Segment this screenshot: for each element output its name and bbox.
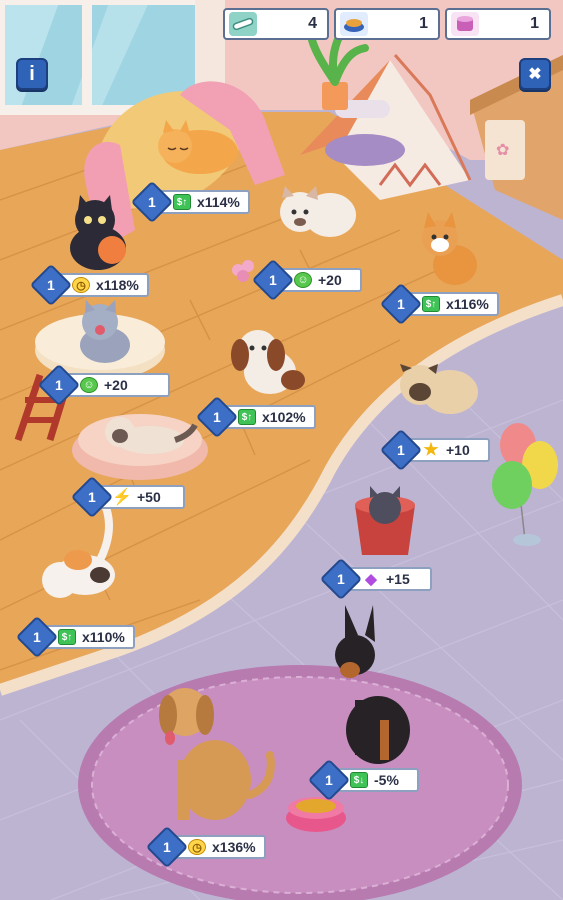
food-bowl-resource-counter[interactable]: 1 bbox=[334, 8, 440, 40]
treat-count: 4 bbox=[308, 15, 317, 32]
treat-stick-icon bbox=[229, 12, 257, 36]
bonus-value: +10 bbox=[446, 442, 470, 458]
pet-tag-golden-retriever[interactable]: 1 ◷ x136% bbox=[145, 825, 266, 869]
gem-icon: ◆ bbox=[365, 571, 377, 588]
smile-icon: ☺ bbox=[80, 377, 98, 393]
bonus-value: +15 bbox=[386, 571, 410, 587]
pet-tag-gray-cat[interactable]: 1 ◆ +15 bbox=[319, 557, 432, 601]
bonus-value: +50 bbox=[137, 489, 161, 505]
cash-up-icon: $↑ bbox=[422, 296, 440, 312]
bonus-value: -5% bbox=[374, 772, 399, 788]
pet-tag-doberman[interactable]: 1 $↓ -5% bbox=[307, 758, 419, 802]
lightning-icon: ⚡ bbox=[112, 489, 132, 506]
pet-tag-gray-tabby-cat[interactable]: 1 ☺ +20 bbox=[37, 363, 170, 407]
info-icon: i bbox=[29, 62, 35, 85]
cash-up-icon: $↑ bbox=[58, 629, 76, 645]
clock-icon: ◷ bbox=[72, 277, 90, 293]
food-bowl-count: 1 bbox=[419, 15, 428, 32]
dog-food-bowl bbox=[286, 797, 346, 832]
cat-food-can-resource-counter[interactable]: 1 bbox=[445, 8, 551, 40]
clock-icon: ◷ bbox=[188, 839, 206, 855]
pet-tag-spaniel-puppy[interactable]: 1 $↑ x102% bbox=[195, 395, 316, 439]
cash-up-icon: $↑ bbox=[173, 194, 191, 210]
food-bowl-icon bbox=[340, 12, 368, 36]
close-button[interactable]: ✖ bbox=[519, 58, 551, 90]
bonus-value: x118% bbox=[96, 277, 139, 293]
bonus-value: x136% bbox=[212, 839, 256, 855]
pet-tag-corgi[interactable]: 1 $↑ x116% bbox=[379, 282, 499, 326]
bonus-value: x102% bbox=[262, 409, 306, 425]
pet-tag-calico-cat[interactable]: 1 $↑ x110% bbox=[15, 615, 135, 659]
smile-icon: ☺ bbox=[294, 272, 312, 288]
cat-food-can-icon bbox=[451, 12, 479, 36]
bonus-value: +20 bbox=[104, 377, 128, 393]
close-icon: ✖ bbox=[528, 66, 542, 83]
pet-tag-orange-cat[interactable]: 1 $↑ x114% bbox=[130, 180, 250, 224]
pet-tag-siamese-cat[interactable]: 1 ⚡ +50 bbox=[70, 475, 185, 519]
treat-resource-counter[interactable]: 4 bbox=[223, 8, 329, 40]
bonus-value: x114% bbox=[197, 194, 240, 210]
pet-tag-black-cat[interactable]: 1 ◷ x118% bbox=[29, 263, 149, 307]
cash-up-icon: $↑ bbox=[238, 409, 256, 425]
pet-tag-pug[interactable]: 1 ★ +10 bbox=[379, 428, 490, 472]
svg-text:✿: ✿ bbox=[496, 142, 509, 159]
bonus-value: x110% bbox=[82, 629, 125, 645]
bonus-value: x116% bbox=[446, 296, 489, 312]
round-rug bbox=[78, 665, 522, 900]
bonus-value: +20 bbox=[318, 272, 342, 288]
star-icon: ★ bbox=[423, 440, 439, 459]
info-button[interactable]: i bbox=[16, 58, 48, 90]
cash-down-icon: $↓ bbox=[350, 772, 368, 788]
cat-food-can-count: 1 bbox=[530, 15, 539, 32]
pet-tag-french-bulldog[interactable]: 1 ☺ +20 bbox=[251, 258, 362, 302]
